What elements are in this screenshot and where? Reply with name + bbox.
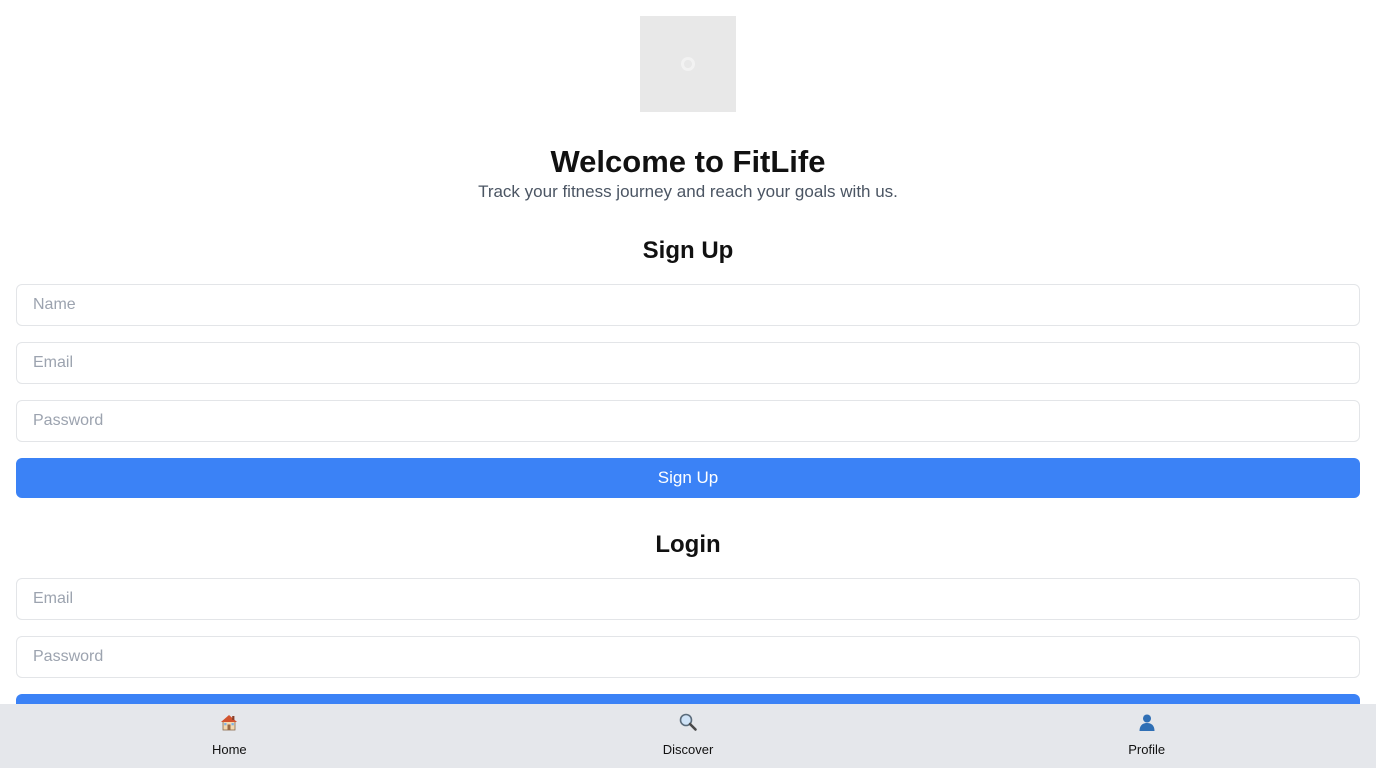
signup-heading: Sign Up bbox=[642, 237, 734, 264]
loading-spinner-icon bbox=[681, 57, 695, 71]
login-heading: Login bbox=[655, 531, 721, 558]
signup-email-input[interactable] bbox=[16, 342, 1360, 384]
signup-name-input[interactable] bbox=[16, 284, 1360, 326]
page-subtitle: Track your fitness journey and reach you… bbox=[478, 182, 898, 201]
nav-label-home: Home bbox=[211, 742, 247, 757]
page-title: Welcome to FitLife bbox=[550, 144, 826, 179]
signup-button[interactable]: Sign Up bbox=[16, 458, 1360, 498]
nav-label-profile: Profile bbox=[1128, 742, 1166, 757]
nav-item-discover[interactable]: Discover bbox=[459, 704, 918, 768]
bottom-navigation: Home Discover Profile bbox=[0, 704, 1376, 768]
app-logo bbox=[640, 16, 736, 112]
login-password-input[interactable] bbox=[16, 636, 1360, 678]
page: Welcome to FitLife Track your fitness jo… bbox=[0, 0, 1376, 768]
nav-item-home[interactable]: Home bbox=[0, 704, 459, 768]
search-icon bbox=[679, 713, 697, 731]
nav-item-profile[interactable]: Profile bbox=[917, 704, 1376, 768]
nav-label-discover: Discover bbox=[662, 742, 714, 757]
home-icon bbox=[221, 715, 238, 731]
main-content: Welcome to FitLife Track your fitness jo… bbox=[16, 0, 1360, 768]
user-icon bbox=[1139, 714, 1155, 731]
signup-password-input[interactable] bbox=[16, 400, 1360, 442]
login-email-input[interactable] bbox=[16, 578, 1360, 620]
